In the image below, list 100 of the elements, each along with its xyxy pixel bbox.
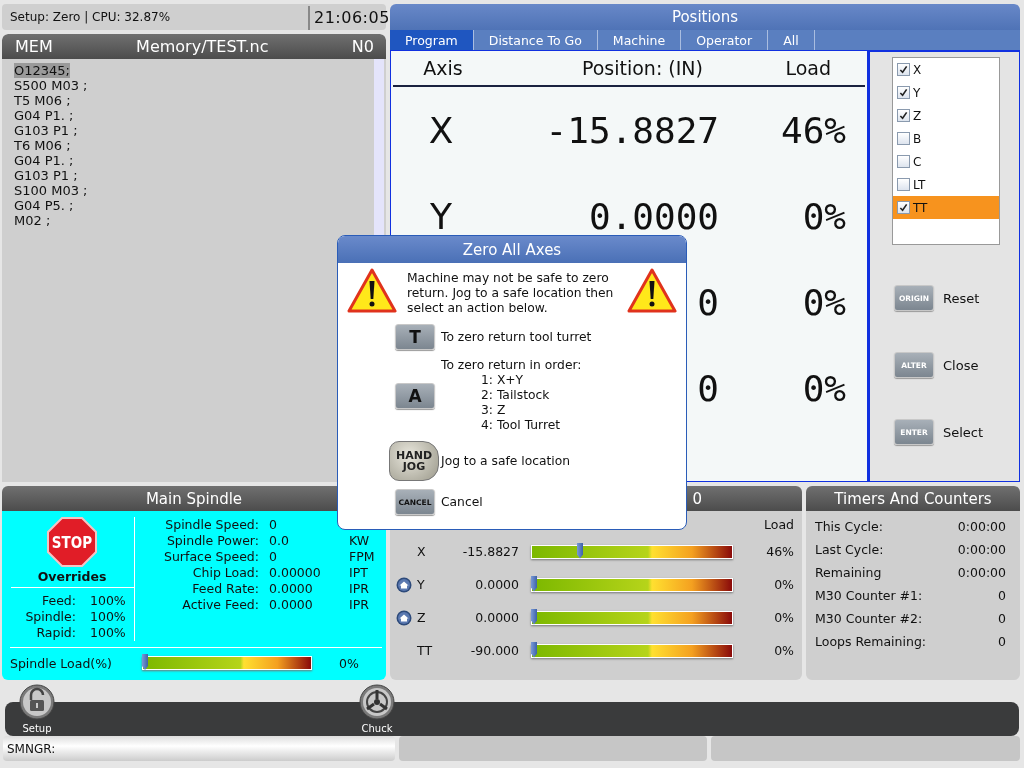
stat-value: 0.00000 (269, 565, 322, 580)
load-value: 0% (773, 643, 794, 658)
timer-label: M30 Counter #1: (815, 587, 923, 605)
column-header: Axis (422, 57, 464, 79)
timer-label: Last Cycle: (815, 541, 884, 559)
timer-label: Loops Remaining: (815, 633, 927, 651)
checkbox[interactable] (897, 63, 910, 76)
hand-jog-button[interactable]: HAND JOG (389, 441, 439, 481)
code-line[interactable]: S100 M03 ; (14, 183, 88, 198)
stat-unit: IPT (349, 565, 368, 580)
code-line[interactable]: G103 P1 ; (14, 168, 78, 183)
position-value: 0.0000 (474, 610, 519, 625)
code-line[interactable]: T5 M06 ; (14, 93, 71, 108)
timer-value: 0:00:00 (957, 541, 1006, 559)
checkbox[interactable] (897, 109, 910, 122)
stat-label: Spindle Speed: (164, 517, 259, 532)
option-text: To zero return tool turret (441, 329, 592, 345)
stat-value: 0.0000 (269, 597, 314, 612)
position-value: 0.0000 (474, 577, 519, 592)
load-value: 0% (802, 195, 846, 237)
checkbox[interactable] (897, 86, 910, 99)
spindle-load-label: Spindle Load(%) (10, 655, 113, 671)
checkbox[interactable] (897, 201, 910, 214)
key-button[interactable]: T (395, 324, 435, 350)
key-label: Select (943, 424, 984, 440)
stat-unit: IPR (349, 597, 369, 612)
override-value: 100% (90, 593, 127, 608)
axis-item[interactable]: Z (893, 104, 999, 127)
timer-label: Remaining (815, 564, 882, 582)
line-number: N0 (351, 37, 374, 56)
axis-name: Y (416, 577, 426, 592)
axis-item[interactable]: Y (893, 81, 999, 104)
axis-name: TT (416, 643, 434, 658)
timer-value: 0:00:00 (957, 564, 1006, 582)
key-label: Close (943, 357, 979, 373)
stat-unit: FPM (349, 549, 375, 564)
timer-value: 0 (998, 610, 1006, 628)
checkbox[interactable] (897, 178, 910, 191)
code-line[interactable]: G04 P1. ; (14, 108, 74, 123)
position-value: -15.8827 (461, 544, 519, 559)
checkbox[interactable] (897, 155, 910, 168)
dialog-message: Machine may not be safe to zero return. Jog to a safe location then select an action below. (407, 271, 615, 316)
column-header: Load (784, 57, 831, 79)
panel-title: Timers And Counters (806, 486, 1020, 511)
stat-label: Spindle Power: (165, 533, 259, 548)
code-line[interactable]: M02 ; (14, 213, 51, 228)
file-name: Memory/TEST.nc (136, 37, 269, 56)
column-header: Load (764, 517, 794, 532)
mode-label: MEM (15, 37, 53, 56)
axis-item[interactable]: X (893, 58, 999, 81)
key-button[interactable]: A (395, 382, 435, 409)
key-label: Reset (943, 290, 980, 306)
position-value: -90.000 (469, 643, 519, 658)
axis-name: Y (430, 195, 452, 237)
override-value: 100% (90, 625, 127, 640)
axis-item[interactable]: B (893, 127, 999, 150)
spindle-load-value: 0% (339, 655, 359, 671)
panel-title: 0 (692, 489, 702, 508)
option-text: 2: Tailstock (480, 388, 551, 403)
axis-name: Z (416, 610, 427, 625)
column-header: Position: (IN) (580, 57, 703, 79)
load-value: 0% (773, 610, 794, 625)
stat-unit: IPR (349, 581, 369, 596)
position-value: -15.8827 (545, 109, 719, 151)
option-text: Cancel (441, 494, 483, 510)
stat-label: Surface Speed: (163, 549, 259, 564)
timer-value: 0 (998, 587, 1006, 605)
override-label: Rapid: (35, 625, 76, 640)
load-value: 46% (780, 109, 846, 151)
code-line[interactable]: T6 M06 ; (14, 138, 71, 153)
stat-value: 0.0000 (269, 581, 314, 596)
axis-item[interactable]: TT (893, 196, 999, 219)
option-text: 1: X+Y (480, 373, 525, 388)
dock-button[interactable]: Setup (17, 684, 57, 734)
dialog-title: Zero All Axes (338, 236, 686, 263)
option-text: Jog to a safe location (441, 453, 571, 469)
stat-label: Active Feed: (181, 597, 259, 612)
stat-value: 0.0 (269, 533, 290, 548)
axis-name: X (428, 109, 454, 151)
stop-sign: STOP (47, 517, 97, 567)
command-field[interactable]: SMNGR: (3, 736, 395, 761)
tab[interactable]: Program (390, 30, 474, 50)
stat-value: 0 (269, 549, 278, 564)
timer-value: 0:00:00 (957, 518, 1006, 536)
code-line[interactable]: G103 P1 ; (14, 123, 78, 138)
stat-value: 0 (269, 517, 278, 532)
load-value: 46% (765, 544, 794, 559)
axis-item[interactable]: C (893, 150, 999, 173)
code-line[interactable]: G04 P1. ; (14, 153, 74, 168)
timer-value: 0 (998, 633, 1006, 651)
dock-button[interactable]: Chuck (357, 684, 397, 734)
checkbox[interactable] (897, 132, 910, 145)
timer-label: M30 Counter #2: (815, 610, 923, 628)
code-line[interactable]: S500 M03 ; (14, 78, 88, 93)
stat-unit: KW (349, 533, 370, 548)
load-value: 0% (773, 577, 794, 592)
axis-item[interactable]: LT (893, 173, 999, 196)
code-line[interactable]: G04 P5. ; (14, 198, 74, 213)
option-text: 4: Tool Turret (480, 418, 562, 433)
overrides-title: Overrides (10, 569, 134, 588)
